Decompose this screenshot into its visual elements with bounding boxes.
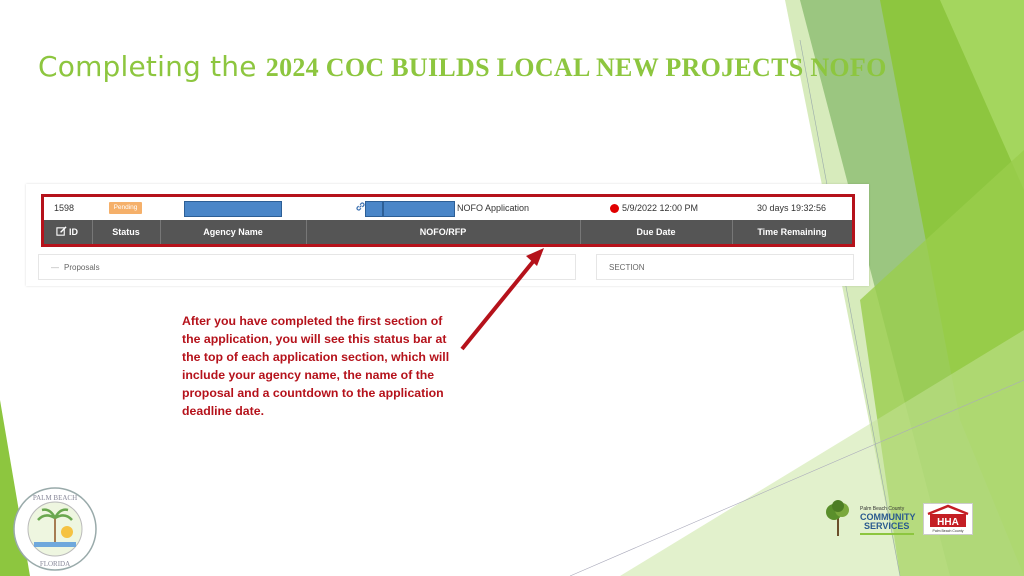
svg-text:PALM BEACH: PALM BEACH bbox=[33, 494, 77, 502]
palm-beach-county-seal: PALM BEACH FLORIDA bbox=[13, 487, 97, 571]
instruction-caption: After you have completed the first secti… bbox=[182, 314, 450, 418]
svg-text:Palm Beach County: Palm Beach County bbox=[933, 529, 964, 533]
hha-logo: HHA Palm Beach County bbox=[923, 503, 973, 535]
svg-text:SERVICES: SERVICES bbox=[864, 521, 909, 531]
callout-arrow bbox=[460, 248, 544, 351]
hha-logo-mark: HHA Palm Beach County bbox=[927, 504, 969, 533]
svg-text:HHA: HHA bbox=[937, 517, 959, 528]
svg-text:FLORIDA: FLORIDA bbox=[40, 560, 70, 568]
community-services-logo: Palm Beach County COMMUNITY SERVICES bbox=[826, 500, 916, 536]
